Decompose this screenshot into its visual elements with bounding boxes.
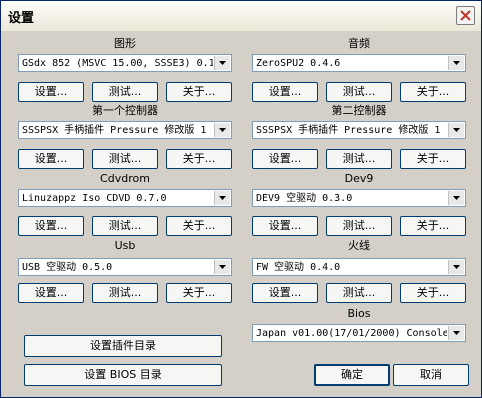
- gs-select[interactable]: GSdx 852 (MSVC 15.00, SSSE3) 0.1.: [18, 54, 232, 72]
- bios-select-value: Japan v01.00(17/01/2000) Console: [256, 328, 447, 339]
- cancel-button[interactable]: 取消: [393, 364, 469, 386]
- chevron-down-icon[interactable]: [214, 191, 230, 205]
- usb-label: Usb: [114, 239, 136, 252]
- cdvd-config-button[interactable]: 设置...: [18, 216, 84, 236]
- window-title: 设置: [8, 11, 35, 26]
- chevron-down-icon[interactable]: [448, 56, 464, 70]
- pad2-select[interactable]: SSSPSX 手柄插件 Pressure 修改版 1: [252, 121, 466, 139]
- dev9-test-button[interactable]: 测试...: [326, 216, 392, 236]
- spu2-label: 音频: [348, 37, 370, 50]
- pad2-about-button[interactable]: 关于...: [400, 149, 466, 169]
- pad2-select-value: SSSPSX 手柄插件 Pressure 修改版 1: [256, 125, 441, 136]
- dev9-select-value: DEV9 空驱动 0.3.0: [256, 193, 353, 204]
- spu2-select[interactable]: ZeroSPU2 0.4.6: [252, 54, 466, 72]
- dev9-select[interactable]: DEV9 空驱动 0.3.0: [252, 189, 466, 207]
- title-bar[interactable]: 设置: [1, 1, 481, 31]
- cdvd-label: Cdvdrom: [100, 172, 150, 185]
- bios-dir-button[interactable]: 设置 BIOS 目录: [24, 364, 222, 386]
- pad1-about-button[interactable]: 关于...: [166, 149, 232, 169]
- dev9-about-button[interactable]: 关于...: [400, 216, 466, 236]
- ok-button[interactable]: 确定: [314, 364, 390, 386]
- pad1-label: 第一个控制器: [92, 104, 158, 117]
- close-button[interactable]: [456, 6, 475, 25]
- pad1-select-value: SSSPSX 手柄插件 Pressure 修改版 1: [22, 125, 207, 136]
- dev9-label: Dev9: [344, 172, 374, 185]
- fw-select-value: FW 空驱动 0.4.0: [256, 262, 341, 273]
- bios-label: Bios: [347, 307, 371, 320]
- cdvd-select-value: Linuzappz Iso CDVD 0.7.0: [22, 193, 167, 204]
- bios-select[interactable]: Japan v01.00(17/01/2000) Console: [252, 324, 466, 342]
- chevron-down-icon[interactable]: [448, 260, 464, 274]
- usb-select[interactable]: USB 空驱动 0.5.0: [18, 258, 232, 276]
- fw-config-button[interactable]: 设置...: [252, 283, 318, 303]
- dev9-config-button[interactable]: 设置...: [252, 216, 318, 236]
- chevron-down-icon[interactable]: [214, 260, 230, 274]
- pad1-test-button[interactable]: 测试...: [92, 149, 158, 169]
- chevron-down-icon[interactable]: [214, 56, 230, 70]
- gs-select-value: GSdx 852 (MSVC 15.00, SSSE3) 0.1.: [22, 58, 213, 69]
- cdvd-select[interactable]: Linuzappz Iso CDVD 0.7.0: [18, 189, 232, 207]
- chevron-down-icon[interactable]: [214, 123, 230, 137]
- plugin-dir-button[interactable]: 设置插件目录: [24, 335, 222, 357]
- spu2-config-button[interactable]: 设置...: [252, 82, 318, 102]
- fw-select[interactable]: FW 空驱动 0.4.0: [252, 258, 466, 276]
- pad1-select[interactable]: SSSPSX 手柄插件 Pressure 修改版 1: [18, 121, 232, 139]
- usb-select-value: USB 空驱动 0.5.0: [22, 262, 113, 273]
- fw-test-button[interactable]: 测试...: [326, 283, 392, 303]
- gs-test-button[interactable]: 测试...: [92, 82, 158, 102]
- cdvd-about-button[interactable]: 关于...: [166, 216, 232, 236]
- gs-label: 图形: [114, 37, 136, 50]
- fw-label: 火线: [348, 239, 370, 252]
- spu2-about-button[interactable]: 关于...: [400, 82, 466, 102]
- pad1-config-button[interactable]: 设置...: [18, 149, 84, 169]
- chevron-down-icon[interactable]: [448, 191, 464, 205]
- pad2-test-button[interactable]: 测试...: [326, 149, 392, 169]
- settings-dialog: 设置 图形 GSdx 852 (MSVC 15.00, SSSE3) 0.1. …: [0, 0, 482, 398]
- cdvd-test-button[interactable]: 测试...: [92, 216, 158, 236]
- pad2-label: 第二控制器: [331, 104, 387, 117]
- usb-test-button[interactable]: 测试...: [92, 283, 158, 303]
- pad2-config-button[interactable]: 设置...: [252, 149, 318, 169]
- close-icon: [460, 10, 471, 21]
- gs-config-button[interactable]: 设置...: [18, 82, 84, 102]
- usb-config-button[interactable]: 设置...: [18, 283, 84, 303]
- spu2-test-button[interactable]: 测试...: [326, 82, 392, 102]
- spu2-select-value: ZeroSPU2 0.4.6: [256, 58, 341, 69]
- usb-about-button[interactable]: 关于...: [166, 283, 232, 303]
- chevron-down-icon[interactable]: [448, 123, 464, 137]
- gs-about-button[interactable]: 关于...: [166, 82, 232, 102]
- fw-about-button[interactable]: 关于...: [400, 283, 466, 303]
- chevron-down-icon[interactable]: [448, 326, 464, 340]
